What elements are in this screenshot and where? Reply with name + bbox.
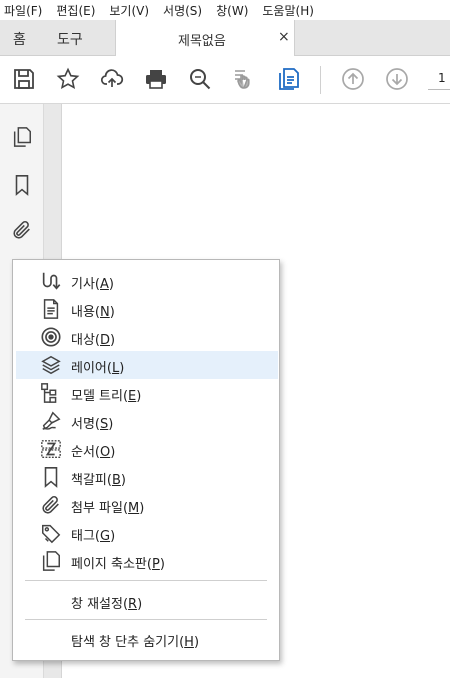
tab-document[interactable]: 제목없음 × — [115, 20, 295, 56]
menu-item-reset-panes[interactable]: 창 재설정(R) — [16, 587, 278, 615]
cloud-upload-icon[interactable] — [99, 66, 125, 92]
menu-item-content[interactable]: 내용(N) — [16, 295, 278, 323]
signature-icon — [40, 410, 62, 432]
menu-item-order[interactable]: 순서(O) — [16, 435, 278, 463]
menu-item-model-tree[interactable]: 모델 트리(E) — [16, 379, 278, 407]
tab-home[interactable]: 홈 — [13, 29, 26, 49]
search-icon[interactable] — [187, 66, 213, 92]
page-number-field[interactable]: 1 — [428, 68, 450, 90]
menu-item-tags[interactable]: 태그(G) — [16, 519, 278, 547]
page-thumbnails-icon — [40, 550, 62, 572]
menu-window[interactable]: 창(W) — [216, 2, 248, 19]
menu-separator — [25, 619, 267, 620]
bookmark-icon[interactable] — [9, 172, 35, 198]
toolbar: 1 — [0, 56, 450, 104]
save-icon[interactable] — [11, 66, 37, 92]
menu-item-hide-navigation-buttons[interactable]: 탐색 창 단추 숨기기(H) — [16, 625, 278, 653]
layers-icon — [40, 354, 62, 376]
tag-icon — [40, 522, 62, 544]
menu-item-signatures[interactable]: 서명(S) — [16, 407, 278, 435]
tab-bar: 홈 도구 제목없음 × — [0, 20, 450, 56]
attachment-icon — [40, 494, 62, 516]
menu-sign[interactable]: 서명(S) — [163, 2, 202, 19]
previous-page-icon[interactable] — [340, 66, 366, 92]
menu-file[interactable]: 파일(F) — [4, 2, 42, 19]
menu-help[interactable]: 도움말(H) — [262, 2, 314, 19]
hand-tool-icon[interactable] — [231, 66, 257, 92]
order-icon — [40, 438, 62, 460]
menu-item-attachments[interactable]: 첨부 파일(M) — [16, 491, 278, 519]
menu-separator — [25, 580, 267, 581]
menu-item-articles[interactable]: 기사(A) — [16, 267, 278, 295]
navigation-pane-context-menu: 기사(A) 내용(N) 대상(D) 레이어(L) 모델 트리(E) 서명(S) — [12, 259, 280, 661]
tab-document-title: 제목없음 — [178, 34, 226, 49]
content-icon — [40, 298, 62, 320]
menu-bar: 파일(F) 편집(E) 보기(V) 서명(S) 창(W) 도움말(H) — [0, 0, 450, 20]
model-tree-icon — [40, 382, 62, 404]
attachment-icon[interactable] — [9, 217, 35, 243]
next-page-icon[interactable] — [384, 66, 410, 92]
pages-icon[interactable] — [9, 124, 35, 150]
page-view-icon[interactable] — [276, 66, 302, 92]
print-icon[interactable] — [143, 66, 169, 92]
tab-tools[interactable]: 도구 — [57, 29, 83, 49]
menu-view[interactable]: 보기(V) — [109, 2, 149, 19]
star-icon[interactable] — [55, 66, 81, 92]
destinations-icon — [40, 326, 62, 348]
menu-item-destinations[interactable]: 대상(D) — [16, 323, 278, 351]
menu-item-page-thumbnails[interactable]: 페이지 축소판(P) — [16, 547, 278, 575]
bookmark-icon — [40, 466, 62, 488]
close-tab-icon[interactable]: × — [278, 29, 290, 45]
articles-icon — [40, 270, 62, 292]
menu-edit[interactable]: 편집(E) — [56, 2, 95, 19]
toolbar-divider — [320, 66, 321, 94]
menu-item-layers[interactable]: 레이어(L) — [16, 351, 278, 379]
menu-item-bookmarks[interactable]: 책갈피(B) — [16, 463, 278, 491]
